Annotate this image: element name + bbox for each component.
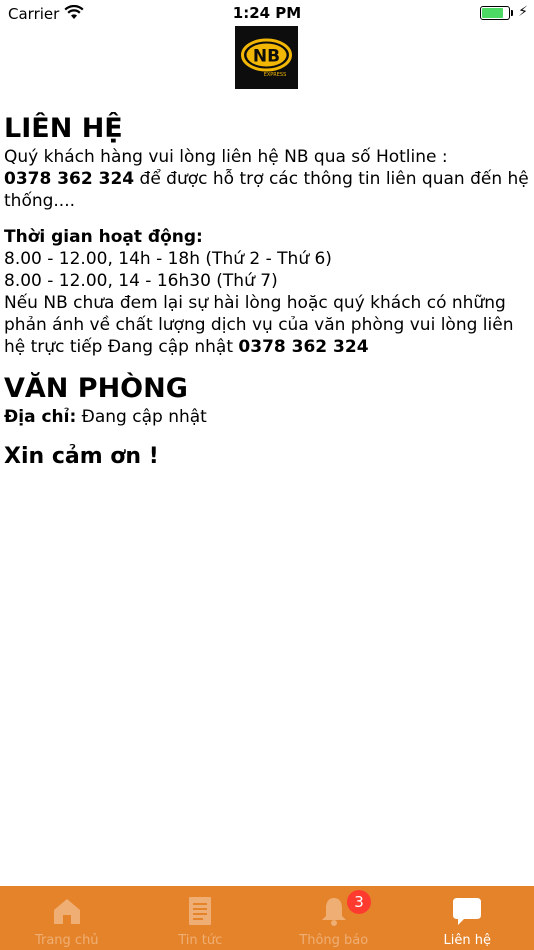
- tab-news-label: Tin tức: [178, 933, 223, 948]
- hotline-number[interactable]: 0378 362 324: [4, 169, 134, 189]
- tab-contact-label: Liên hệ: [443, 933, 491, 948]
- battery-icon: [480, 6, 510, 20]
- logo-subtext: EXPRESS: [264, 72, 287, 78]
- address-value: Đang cập nhật: [76, 407, 207, 427]
- bell-icon: [317, 894, 351, 928]
- address-label: Địa chỉ:: [4, 407, 77, 427]
- logo-text: NB: [253, 47, 280, 67]
- feedback-phone[interactable]: 0378 362 324: [238, 337, 368, 357]
- hours-weekday: 8.00 - 12.00, 14h - 18h (Thứ 2 - Thứ 6): [4, 249, 332, 269]
- tab-notifications-label: Thông báo: [299, 933, 369, 948]
- office-title: VĂN PHÒNG: [4, 373, 188, 404]
- contact-content: LIÊN HỆ Quý khách hàng vui lòng liên hệ …: [4, 112, 530, 472]
- contact-title: LIÊN HỆ: [4, 113, 123, 144]
- tab-notifications[interactable]: 3 Thông báo: [267, 886, 401, 950]
- status-bar: Carrier 1:24 PM ⚡: [0, 0, 534, 26]
- office-address: Địa chỉ: Đang cập nhật: [4, 406, 530, 428]
- tab-home-label: Trang chủ: [34, 933, 99, 948]
- charging-icon: ⚡: [518, 4, 528, 20]
- tab-home[interactable]: Trang chủ: [0, 886, 134, 950]
- tab-news[interactable]: Tin tức: [134, 886, 268, 950]
- business-hours: Thời gian hoạt động: 8.00 - 12.00, 14h -…: [4, 226, 530, 358]
- tab-contact[interactable]: Liên hệ: [401, 886, 534, 950]
- battery-tip: [511, 10, 513, 16]
- thanks-text: Xin cảm ơn !: [4, 444, 159, 469]
- contact-intro: Quý khách hàng vui lòng liên hệ NB qua s…: [4, 146, 530, 212]
- nb-logo: NB EXPRESS: [235, 26, 298, 89]
- hours-title: Thời gian hoạt động:: [4, 227, 203, 247]
- document-icon: [183, 894, 217, 928]
- clock: 1:24 PM: [232, 4, 302, 22]
- intro-text: Quý khách hàng vui lòng liên hệ NB qua s…: [4, 147, 448, 167]
- tab-bar: Trang chủ Tin tức 3 Thông báo Liên hệ: [0, 886, 534, 950]
- notification-badge: 3: [347, 890, 371, 914]
- chat-bubble-icon: [450, 894, 484, 928]
- home-icon: [50, 894, 84, 928]
- hours-saturday: 8.00 - 12.00, 14 - 16h30 (Thứ 7): [4, 271, 278, 291]
